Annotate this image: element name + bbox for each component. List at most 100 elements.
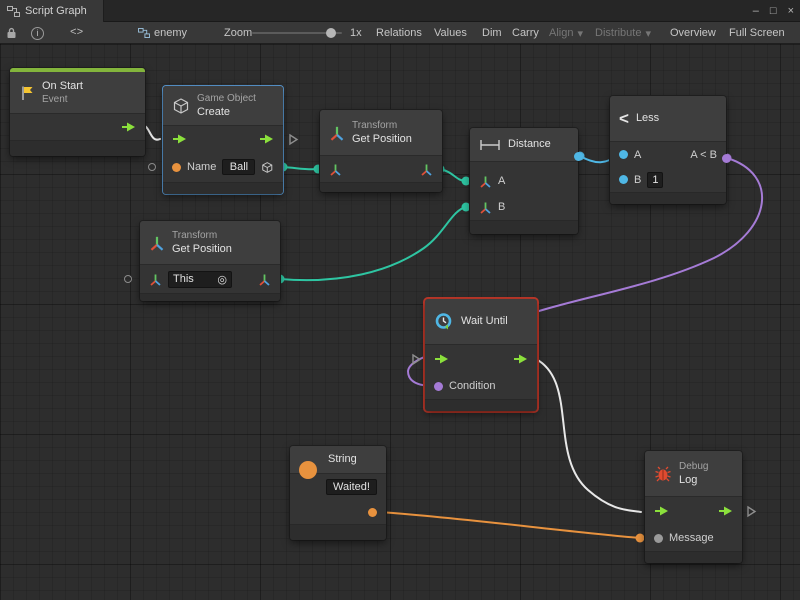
node-subtitle: Create xyxy=(197,105,256,119)
condition-input-port[interactable] xyxy=(434,382,443,391)
unconnected-flow-stub[interactable] xyxy=(288,133,299,146)
node-title: Wait Until xyxy=(461,314,508,328)
node-on-start-event[interactable]: On Start Event xyxy=(10,68,145,156)
cube-icon xyxy=(172,97,190,115)
transform-input-port[interactable] xyxy=(329,163,342,176)
lock-icon[interactable] xyxy=(6,22,17,44)
node-footer xyxy=(470,220,578,234)
tab-label: Script Graph xyxy=(25,5,87,17)
node-debug-log[interactable]: Debug Log Message xyxy=(645,451,742,563)
node-header: Transform Get Position xyxy=(140,221,280,265)
node-header: Distance xyxy=(470,128,578,162)
flow-output-port[interactable] xyxy=(121,122,136,132)
flow-input-port[interactable] xyxy=(172,134,187,144)
values-button[interactable]: Values xyxy=(434,22,467,44)
a-input-port[interactable] xyxy=(619,150,628,159)
flow-input-port[interactable] xyxy=(434,354,449,364)
vector-a-input-port[interactable] xyxy=(479,175,492,188)
distance-ruler-icon xyxy=(479,139,501,151)
minimize-button[interactable]: – xyxy=(753,0,759,22)
close-button[interactable]: × xyxy=(788,0,794,22)
flow-output-port[interactable] xyxy=(513,354,528,364)
zoom-slider-thumb[interactable] xyxy=(326,28,336,38)
b-value-field[interactable]: 1 xyxy=(647,172,663,188)
node-wait-until[interactable]: Wait Until Condition xyxy=(425,299,537,411)
node-title: Debug xyxy=(679,460,708,473)
node-title: On Start xyxy=(42,79,83,93)
vector-b-input-port[interactable] xyxy=(479,201,492,214)
graph-asset-reference[interactable]: enemy xyxy=(138,22,187,44)
position-output-port[interactable] xyxy=(420,163,433,176)
bug-icon xyxy=(654,466,672,482)
name-value-field[interactable]: Ball xyxy=(222,159,255,175)
edge-string-to-debuglog[interactable] xyxy=(380,512,640,538)
tab-script-graph[interactable]: Script Graph xyxy=(0,0,104,22)
node-title: Game Object xyxy=(197,92,256,105)
unconnected-input-stub[interactable] xyxy=(124,275,132,283)
node-footer xyxy=(163,182,283,194)
flow-output-port[interactable] xyxy=(718,506,733,516)
edge-create-to-getposition[interactable] xyxy=(283,167,318,169)
unconnected-input-stub[interactable] xyxy=(148,163,156,171)
message-input-port[interactable] xyxy=(654,534,663,543)
flag-icon xyxy=(19,85,35,101)
node-distance[interactable]: Distance A B xyxy=(470,128,578,234)
node-less[interactable]: < Less A A < B B 1 xyxy=(610,96,726,204)
zoom-slider[interactable] xyxy=(252,22,342,44)
carry-button[interactable]: Carry xyxy=(512,22,539,44)
distribute-dropdown[interactable]: Distribute ▾ xyxy=(595,22,651,44)
port-label: Condition xyxy=(449,380,495,392)
relations-button[interactable]: Relations xyxy=(376,22,422,44)
node-string-literal[interactable]: String Waited! xyxy=(290,446,386,540)
result-output-port[interactable] xyxy=(722,154,731,163)
node-title: String xyxy=(328,452,357,466)
align-dropdown[interactable]: Align ▾ xyxy=(549,22,583,44)
node-footer xyxy=(320,182,442,192)
node-title: Transform xyxy=(352,119,412,132)
node-header: Game Object Create xyxy=(163,86,283,126)
transform-input-port[interactable] xyxy=(149,273,162,286)
port-label: A xyxy=(498,175,505,187)
node-get-position-left[interactable]: Transform Get Position This ◎ xyxy=(140,221,280,301)
node-title: Less xyxy=(636,111,659,125)
transform-icon xyxy=(149,235,165,251)
position-output-port[interactable] xyxy=(258,273,271,286)
zoom-value: 1x xyxy=(350,22,362,44)
string-output-port[interactable] xyxy=(368,508,377,517)
name-input-port[interactable] xyxy=(172,163,181,172)
distance-output-port[interactable] xyxy=(574,152,583,161)
overview-button[interactable]: Overview xyxy=(670,22,716,44)
edge-getposition-to-distance-b[interactable] xyxy=(280,207,466,280)
info-icon[interactable]: i xyxy=(31,22,44,44)
string-value-field[interactable]: Waited! xyxy=(326,479,377,495)
node-header: On Start Event xyxy=(10,72,145,114)
node-subtitle: Get Position xyxy=(352,132,412,146)
code-view-button[interactable]: <> xyxy=(70,22,83,44)
result-label: A < B xyxy=(690,149,717,161)
node-get-position-top[interactable]: Transform Get Position xyxy=(320,110,442,192)
flow-output-port[interactable] xyxy=(259,134,274,144)
port-label: B xyxy=(498,201,505,213)
port-label: Message xyxy=(669,532,714,544)
chevron-down-icon: ▾ xyxy=(645,27,651,40)
node-create-game-object[interactable]: Game Object Create Name Ball xyxy=(163,86,283,194)
flow-input-port[interactable] xyxy=(654,506,669,516)
b-input-port[interactable] xyxy=(619,175,628,184)
node-footer xyxy=(140,293,280,301)
node-subtitle: Get Position xyxy=(172,242,232,256)
edge-waituntil-to-debuglog[interactable] xyxy=(536,359,641,512)
wait-clock-icon xyxy=(434,312,454,332)
node-footer xyxy=(10,140,145,156)
game-object-output-port[interactable] xyxy=(261,161,274,174)
unconnected-flow-stub[interactable] xyxy=(746,505,757,518)
zoom-label: Zoom xyxy=(224,22,252,44)
full-screen-button[interactable]: Full Screen xyxy=(729,22,785,44)
dim-button[interactable]: Dim xyxy=(482,22,502,44)
node-footer xyxy=(425,399,537,411)
padlock-icon xyxy=(6,27,17,39)
unconnected-flow-stub[interactable] xyxy=(411,353,422,366)
maximize-button[interactable]: □ xyxy=(770,0,777,22)
target-selector[interactable]: This ◎ xyxy=(168,271,232,288)
node-footer xyxy=(290,524,386,540)
graph-canvas[interactable]: On Start Event Game Object Create xyxy=(0,44,800,600)
